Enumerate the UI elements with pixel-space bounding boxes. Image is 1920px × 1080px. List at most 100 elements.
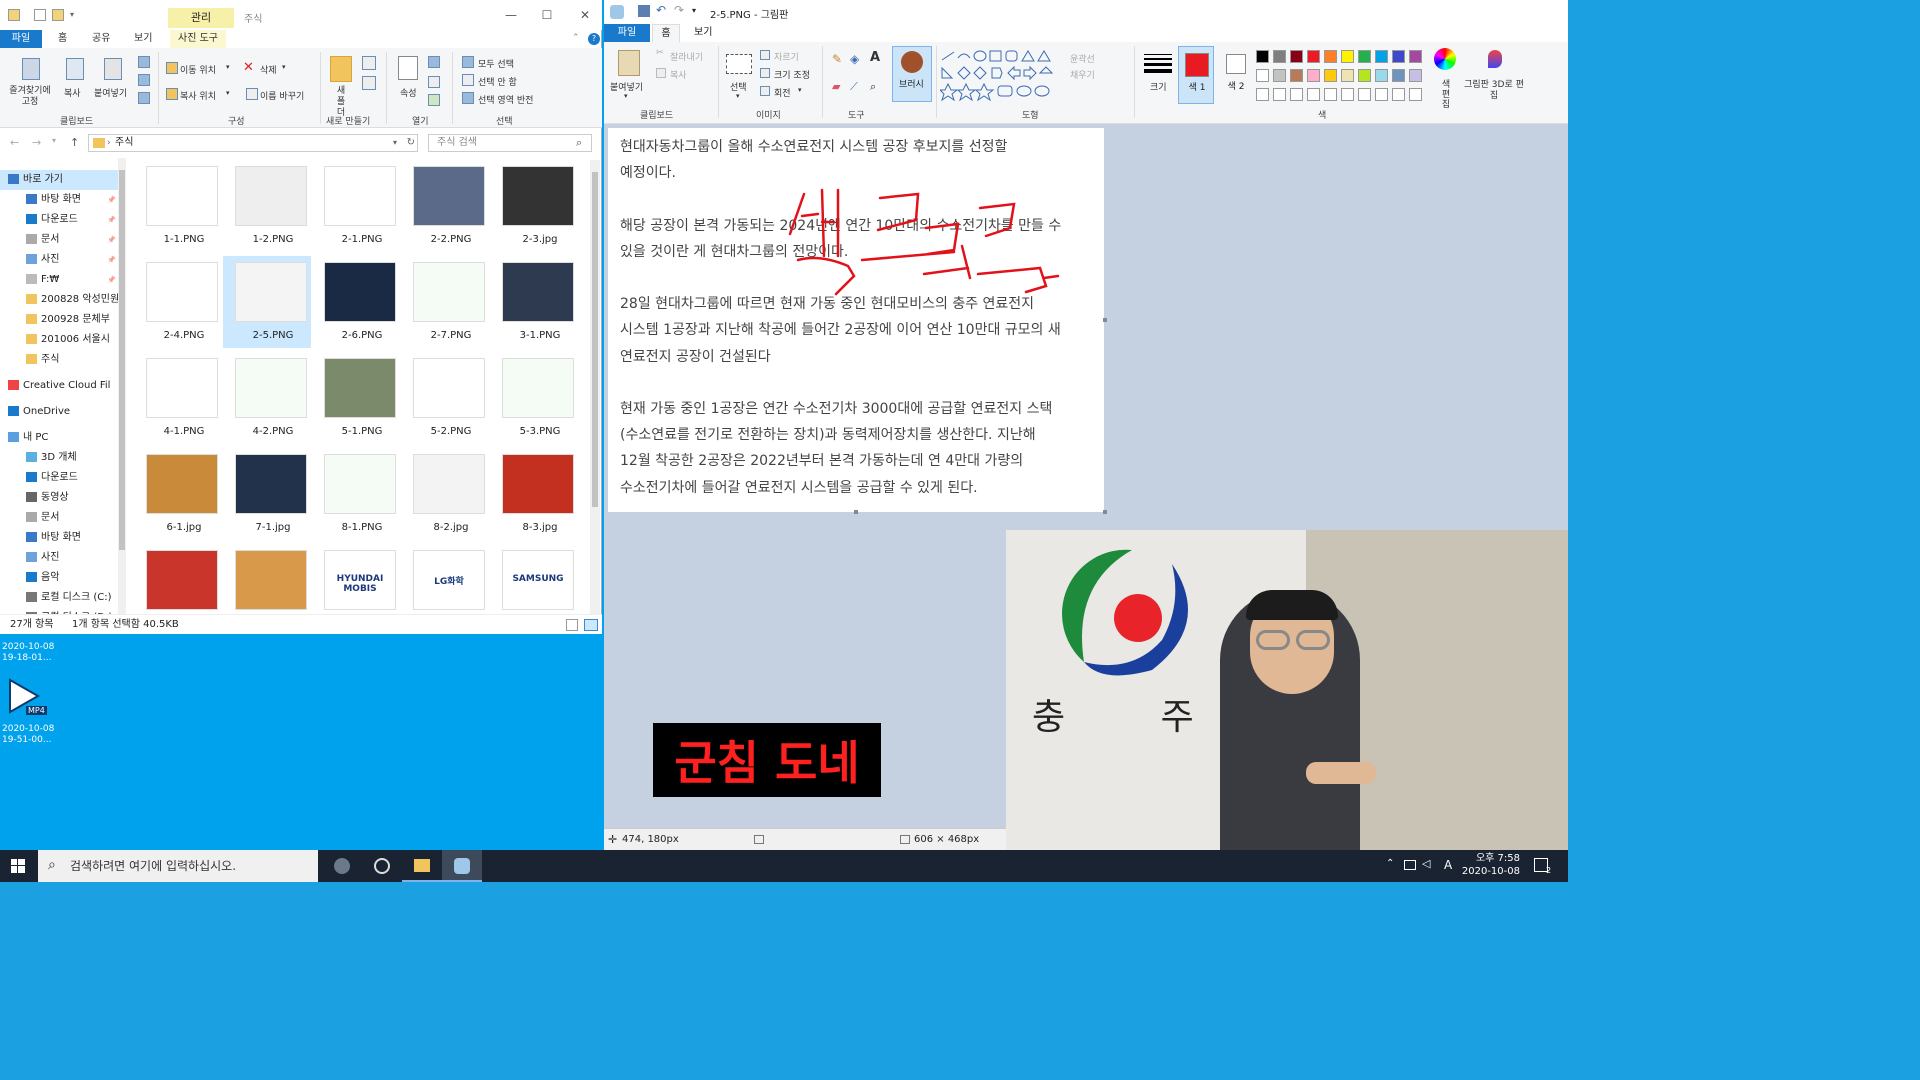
- select-none-button[interactable]: 선택 안 함: [478, 75, 517, 88]
- resize-button[interactable]: 크기 조정: [774, 68, 810, 81]
- palette-swatch[interactable]: [1392, 50, 1405, 63]
- qat-dropdown-icon[interactable]: ▾: [692, 6, 696, 15]
- rename-button[interactable]: 이름 바꾸기: [260, 89, 304, 102]
- pin-icon[interactable]: 📌: [107, 210, 116, 230]
- pin-icon[interactable]: 📌: [107, 250, 116, 270]
- paint-cut-button[interactable]: 잘라내기: [670, 50, 703, 63]
- file-item[interactable]: 1-2.PNG: [223, 160, 311, 252]
- move-to-dropdown-icon[interactable]: ▾: [226, 63, 230, 71]
- address-dropdown-icon[interactable]: ▾: [393, 135, 397, 151]
- palette-swatch[interactable]: [1290, 69, 1303, 82]
- maximize-icon[interactable]: ☐: [540, 8, 554, 22]
- paint-app-icon[interactable]: [610, 5, 624, 19]
- back-icon[interactable]: ←: [10, 136, 19, 149]
- custom-color-slot[interactable]: [1290, 88, 1303, 101]
- palette-swatch[interactable]: [1256, 69, 1269, 82]
- address-bar[interactable]: › 주식 ▾ ↻: [88, 134, 418, 152]
- file-item[interactable]: 2-5.PNG: [223, 256, 311, 348]
- nav-item[interactable]: 200928 문체부: [0, 310, 118, 330]
- paste-icon[interactable]: [618, 50, 640, 76]
- paint3d-button[interactable]: 그림판 3D로 편집: [1462, 80, 1526, 102]
- new-folder-icon[interactable]: [330, 56, 352, 82]
- custom-color-slot[interactable]: [1256, 88, 1269, 101]
- paste-button[interactable]: 붙여넣기: [94, 86, 127, 99]
- nav-item[interactable]: 바탕 화면 📌: [0, 190, 118, 210]
- size-icon[interactable]: [1144, 52, 1172, 73]
- file-item[interactable]: SAMSUNG: [490, 544, 578, 615]
- nav-item[interactable]: 3D 개체: [0, 448, 118, 468]
- search-icon[interactable]: ⌕: [576, 136, 582, 150]
- nav-scrollbar-thumb[interactable]: [119, 170, 125, 550]
- ime-indicator[interactable]: A: [1444, 858, 1452, 872]
- eraser-icon[interactable]: ▰: [832, 80, 840, 93]
- palette-swatch[interactable]: [1324, 69, 1337, 82]
- volume-icon[interactable]: ◁: [1422, 857, 1430, 870]
- file-item[interactable]: 4-1.PNG: [134, 352, 222, 444]
- qat-dropdown-icon[interactable]: ▾: [70, 10, 74, 19]
- nav-item[interactable]: F:₩ 📌: [0, 270, 118, 290]
- redo-icon[interactable]: ↷: [674, 3, 684, 17]
- easy-access-icon[interactable]: [362, 76, 376, 90]
- canvas-resize-handle-bottom[interactable]: [854, 510, 858, 514]
- properties-icon[interactable]: [34, 9, 46, 21]
- edit-colors-button[interactable]: 색 편집: [1438, 80, 1454, 110]
- delete-dropdown-icon[interactable]: ▾: [282, 63, 286, 71]
- palette-swatch[interactable]: [1324, 50, 1337, 63]
- undo-icon[interactable]: ↶: [656, 3, 666, 17]
- select-dropdown-icon[interactable]: ▾: [736, 92, 740, 100]
- file-item[interactable]: 2-3.jpg: [490, 160, 578, 252]
- crop-button[interactable]: 자르기: [774, 50, 799, 63]
- file-item[interactable]: 2-7.PNG: [401, 256, 489, 348]
- nav-item[interactable]: 로컬 디스크 (C:): [0, 588, 118, 608]
- file-item[interactable]: HYUNDAI MOBIS: [312, 544, 400, 615]
- pencil-icon[interactable]: ✎: [832, 52, 842, 66]
- select-all-button[interactable]: 모두 선택: [478, 57, 514, 70]
- file-item[interactable]: 2-2.PNG: [401, 160, 489, 252]
- start-windows-icon[interactable]: [11, 859, 25, 873]
- file-item[interactable]: [134, 544, 222, 615]
- nav-item[interactable]: 바탕 화면: [0, 528, 118, 548]
- open-icon[interactable]: [428, 56, 440, 68]
- taskbar-clock[interactable]: 오후 7:58 2020-10-08: [1462, 852, 1520, 878]
- new-item-icon[interactable]: [362, 56, 376, 70]
- pin-icon[interactable]: 📌: [107, 190, 116, 210]
- palette-swatch[interactable]: [1341, 69, 1354, 82]
- palette-swatch[interactable]: [1256, 50, 1269, 63]
- palette-swatch[interactable]: [1375, 69, 1388, 82]
- palette-swatch[interactable]: [1290, 50, 1303, 63]
- palette-swatch[interactable]: [1273, 50, 1286, 63]
- nav-item[interactable]: 200828 악성민원: [0, 290, 119, 310]
- palette-swatch[interactable]: [1273, 69, 1286, 82]
- paint-copy-button[interactable]: 복사: [670, 68, 687, 81]
- file-item[interactable]: 8-3.jpg: [490, 448, 578, 540]
- text-icon[interactable]: A: [870, 50, 880, 65]
- nav-item[interactable]: 문서: [0, 508, 118, 528]
- up-icon[interactable]: ↑: [70, 136, 79, 149]
- minimize-icon[interactable]: —: [504, 8, 518, 22]
- pin-icon[interactable]: 📌: [107, 270, 116, 290]
- pin-icon[interactable]: [22, 58, 40, 80]
- desktop-icon-video[interactable]: MP4: [4, 676, 47, 716]
- nav-item[interactable]: 내 PC: [0, 428, 118, 448]
- color-picker-icon[interactable]: ⟋: [850, 80, 858, 94]
- history-icon[interactable]: [428, 94, 440, 106]
- file-item[interactable]: [223, 544, 311, 615]
- properties-icon[interactable]: [398, 56, 418, 80]
- brush-button[interactable]: 브러시: [892, 46, 932, 102]
- canvas-resize-handle-corner[interactable]: [1103, 510, 1107, 514]
- shapes-gallery[interactable]: [940, 50, 1062, 102]
- new-folder-icon[interactable]: [52, 9, 64, 21]
- palette-swatch[interactable]: [1341, 50, 1354, 63]
- palette-swatch[interactable]: [1307, 50, 1320, 63]
- tab-picture-tools[interactable]: 사진 도구: [170, 30, 226, 48]
- collapse-ribbon-icon[interactable]: ⌃: [572, 33, 580, 43]
- color2-button[interactable]: 색 2: [1218, 46, 1252, 104]
- taskbar-app-explorer[interactable]: [402, 850, 442, 882]
- nav-item[interactable]: 다운로드 📌: [0, 210, 118, 230]
- custom-color-slot[interactable]: [1392, 88, 1405, 101]
- outline-button[interactable]: 윤곽선: [1070, 52, 1095, 65]
- paint-tab-file[interactable]: 파일: [604, 24, 650, 42]
- help-icon[interactable]: ?: [588, 33, 600, 45]
- delete-button[interactable]: 삭제: [260, 63, 277, 76]
- palette-swatch[interactable]: [1358, 50, 1371, 63]
